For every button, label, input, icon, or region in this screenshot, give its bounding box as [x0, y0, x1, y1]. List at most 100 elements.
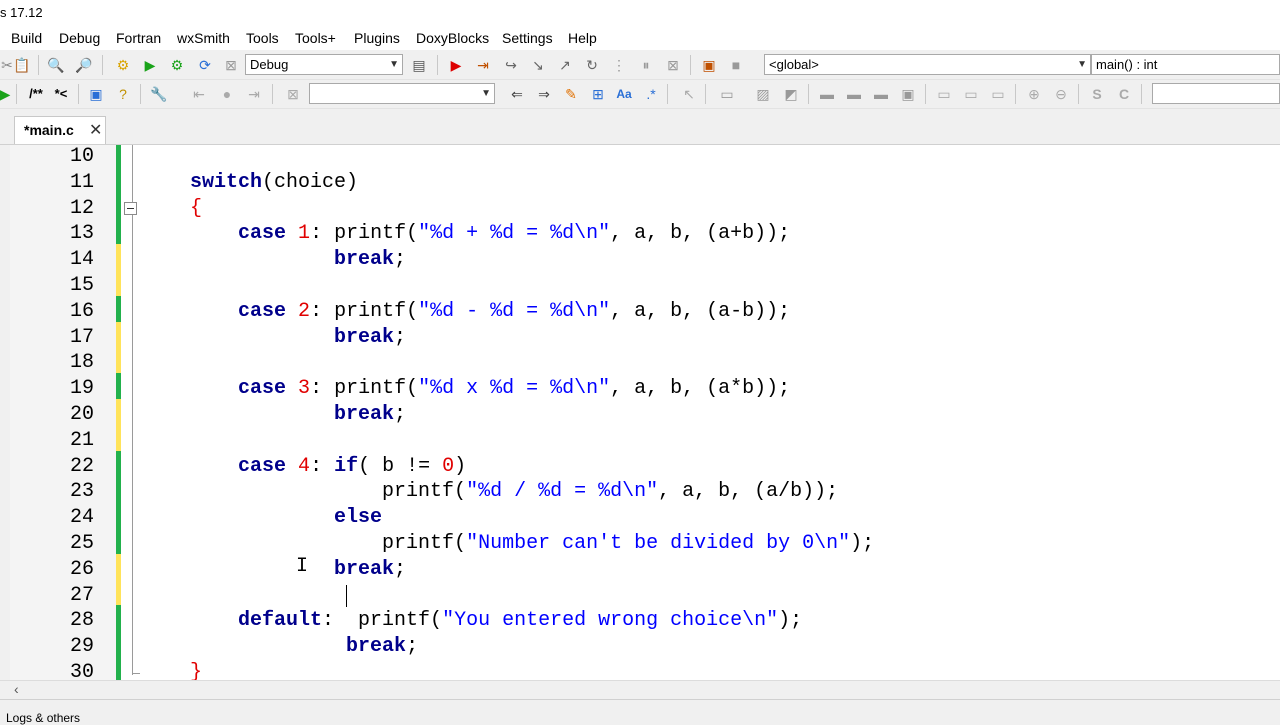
fold-collapse-icon[interactable]	[124, 202, 137, 215]
font-icon[interactable]: Aa	[615, 85, 633, 103]
back-arrow-icon[interactable]: ⇐	[508, 85, 526, 103]
frame3-icon[interactable]: ▭	[989, 85, 1007, 103]
line-number: 19	[69, 377, 94, 401]
code-line[interactable]: case 2: printf("%d - %d = %d\n", a, b, (…	[142, 300, 790, 323]
paste-icon[interactable]: 📋	[13, 56, 31, 74]
code-line[interactable]: }	[142, 661, 202, 680]
rect-icon[interactable]: ▭	[718, 85, 736, 103]
s-icon[interactable]: S	[1088, 85, 1106, 103]
stop-debug-icon[interactable]: ⊠	[664, 56, 682, 74]
line-number: 27	[69, 583, 94, 607]
replace-icon[interactable]: 🔎	[75, 56, 93, 74]
code-line[interactable]: break;	[142, 558, 406, 581]
search-combo[interactable]: ▼	[309, 83, 495, 104]
menu-doxyblocks[interactable]: DoxyBlocks	[416, 30, 489, 46]
code-token: : printf(	[322, 609, 443, 633]
run-to-cursor-icon[interactable]: ⇥	[474, 56, 492, 74]
find-input[interactable]	[1152, 83, 1280, 104]
step-out-icon[interactable]: ↗	[556, 56, 574, 74]
code-line[interactable]: break;	[142, 635, 418, 658]
find-icon[interactable]: 🔍	[47, 56, 65, 74]
code-line[interactable]: case 3: printf("%d x %d = %d\n", a, b, (…	[142, 377, 790, 400]
menu-debug[interactable]: Debug	[59, 30, 100, 46]
clear-icon[interactable]: ⊠	[284, 85, 302, 103]
run-icon[interactable]: ▶	[141, 56, 159, 74]
c-icon[interactable]: C	[1115, 85, 1133, 103]
code-line[interactable]: break;	[142, 248, 406, 271]
menu-help[interactable]: Help	[568, 30, 597, 46]
frame1-icon[interactable]: ▭	[935, 85, 953, 103]
bookmark-toggle-icon[interactable]: ●	[218, 85, 236, 103]
symbol-select[interactable]: main() : int	[1091, 54, 1280, 75]
debug-windows-icon[interactable]: ▣	[700, 56, 718, 74]
tab-label: *main.c	[24, 122, 74, 138]
build-target-select[interactable]: Debug ▼	[245, 54, 403, 75]
doxy-comment-button[interactable]: /**	[24, 85, 48, 103]
code-line[interactable]: {	[142, 197, 202, 220]
menu-wxsmith[interactable]: wxSmith	[177, 30, 230, 46]
zoom-in-icon[interactable]: ⊕	[1025, 85, 1043, 103]
rebuild-icon[interactable]: ⟳	[196, 56, 214, 74]
code-token: case	[238, 454, 287, 478]
code-line[interactable]: printf("%d / %d = %d\n", a, b, (a/b));	[142, 480, 838, 503]
target-options-icon[interactable]: ▤	[410, 56, 428, 74]
menu-fortran[interactable]: Fortran	[116, 30, 161, 46]
step-into-icon[interactable]: ↘	[529, 56, 547, 74]
code-line[interactable]: case 1: printf("%d + %d = %d\n", a, b, (…	[142, 222, 790, 245]
highlight-icon[interactable]: ✎	[562, 85, 580, 103]
step-instruction-icon[interactable]: ⋮	[610, 56, 628, 74]
jump-icon[interactable]: ▶	[0, 85, 14, 103]
next-line-icon[interactable]: ↪	[502, 56, 520, 74]
bookmark-prev-icon[interactable]: ⇤	[190, 85, 208, 103]
chevron-down-icon: ▼	[1077, 59, 1087, 70]
code-token: 1	[298, 222, 311, 246]
layout2-icon[interactable]: ▬	[845, 85, 863, 103]
code-editor[interactable]: 10 11 12 13 14 15 16 17 18 19 20 21 22 23 24 25 26 27 28 29…	[10, 145, 1280, 680]
debug-start-icon[interactable]: ▶	[447, 56, 465, 74]
code-line[interactable]: switch(choice)	[142, 171, 358, 194]
layout3-icon[interactable]: ▬	[872, 85, 890, 103]
tab-main-c[interactable]: *main.c ✕	[14, 116, 106, 144]
frame2-icon[interactable]: ▭	[962, 85, 980, 103]
doxy-line-comment-button[interactable]: *<	[51, 85, 71, 103]
close-icon[interactable]: ✕	[89, 120, 102, 140]
menu-settings[interactable]: Settings	[502, 30, 553, 46]
code-line[interactable]: break;	[142, 403, 406, 426]
debug-info-icon[interactable]: ■	[727, 56, 745, 74]
menu-plugins[interactable]: Plugins	[354, 30, 400, 46]
layout1-icon[interactable]: ▬	[818, 85, 836, 103]
horizontal-scrollbar[interactable]: ‹	[0, 680, 1280, 699]
match-braces-icon[interactable]: ⊞	[589, 85, 607, 103]
bookmark-next-icon[interactable]: ⇥	[245, 85, 263, 103]
code-line[interactable]: else	[142, 506, 382, 529]
code-token: , a, b, (a+b));	[610, 222, 791, 246]
code-line[interactable]: case 4: if( b != 0)	[142, 455, 466, 478]
menu-tools[interactable]: Tools	[246, 30, 279, 46]
code-token: , a, b, (a/b));	[658, 480, 839, 504]
regex-icon[interactable]: .*	[642, 85, 660, 103]
menu-build[interactable]: Build	[11, 30, 42, 46]
build-gear-icon[interactable]: ⚙	[114, 56, 132, 74]
zoom-out-icon[interactable]: ⊖	[1052, 85, 1070, 103]
text-shape-icon[interactable]: ◩	[782, 85, 800, 103]
wrench-icon[interactable]: 🔧	[150, 85, 168, 103]
code-line[interactable]: default: printf("You entered wrong choic…	[142, 609, 802, 632]
scope-select[interactable]: <global> ▼	[764, 54, 1091, 75]
doxywizard-icon[interactable]: ▣	[87, 85, 105, 103]
menu-tools-plus[interactable]: Tools+	[295, 30, 336, 46]
help-doc-icon[interactable]: ?	[114, 85, 132, 103]
forward-arrow-icon[interactable]: ⇒	[535, 85, 553, 103]
pause-icon[interactable]: ⏸	[637, 56, 655, 74]
line-number: 30	[69, 661, 94, 680]
code-line[interactable]: printf("Number can't be divided by 0\n")…	[142, 532, 874, 555]
image-icon[interactable]: ▨	[754, 85, 772, 103]
scroll-left-icon[interactable]: ‹	[14, 681, 19, 697]
abort-icon[interactable]: ⊠	[222, 56, 240, 74]
next-instruction-icon[interactable]: ↻	[583, 56, 601, 74]
build-and-run-icon[interactable]: ⚙	[168, 56, 186, 74]
line-number: 10	[69, 145, 94, 168]
code-line[interactable]: break;	[142, 326, 406, 349]
layout4-icon[interactable]: ▣	[899, 85, 917, 103]
pointer-icon[interactable]: ↖	[680, 85, 698, 103]
